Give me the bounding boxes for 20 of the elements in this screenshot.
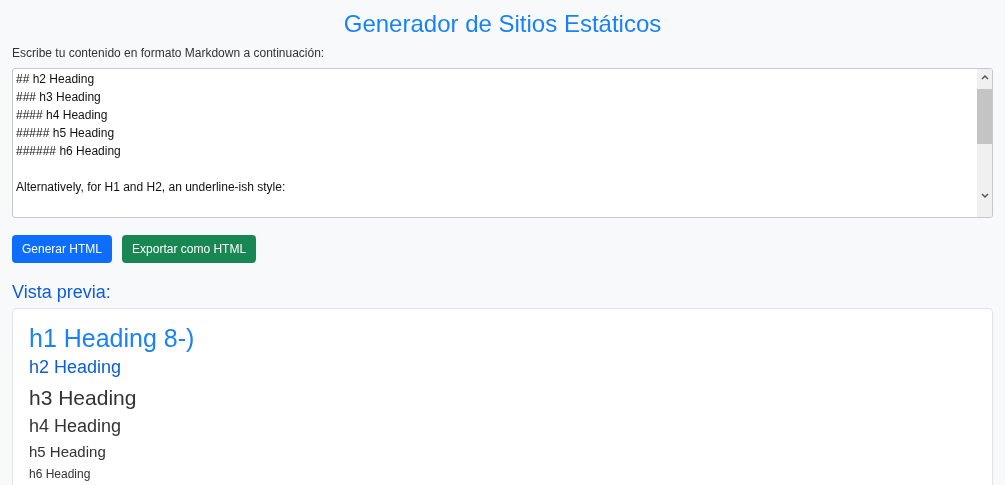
preview-heading: h2 Heading (29, 357, 122, 379)
scrollbar[interactable] (977, 69, 992, 217)
action-button[interactable]: Exportar como HTML (122, 235, 257, 263)
markdown-line: Alternatively, for H1 and H2, an underline-ish style: (16, 179, 286, 196)
markdown-line: ### h3 Heading (16, 89, 101, 106)
editor-label: Escribe tu contenido en formato Markdown a continuación: (12, 45, 326, 61)
markdown-line: ## h2 Heading (16, 71, 95, 88)
preview-title: Vista previa: (12, 281, 112, 304)
action-button[interactable]: Generar HTML (12, 235, 113, 263)
markdown-line: ##### h5 Heading (16, 125, 115, 142)
preview-heading: h6 Heading (29, 467, 91, 482)
preview-heading: h4 Heading (29, 415, 122, 438)
markdown-field[interactable]: ## h2 Heading ### h3 Heading #### h4 Heading ##### h5 Heading ###### h6 Heading Alternatively, for H1 and H2, an underline-ish style: (12, 68, 993, 218)
markdown-line: #### h4 Heading (16, 107, 108, 124)
scrollbar-thumb[interactable] (977, 89, 992, 144)
preview-heading: h1 Heading 8-) (29, 323, 195, 353)
preview-heading: h5 Heading (29, 443, 106, 462)
preview-heading: h3 Heading (29, 384, 137, 410)
markdown-line: ###### h6 Heading (16, 143, 121, 160)
page-title: Generador de Sitios Estáticos (342, 9, 663, 39)
